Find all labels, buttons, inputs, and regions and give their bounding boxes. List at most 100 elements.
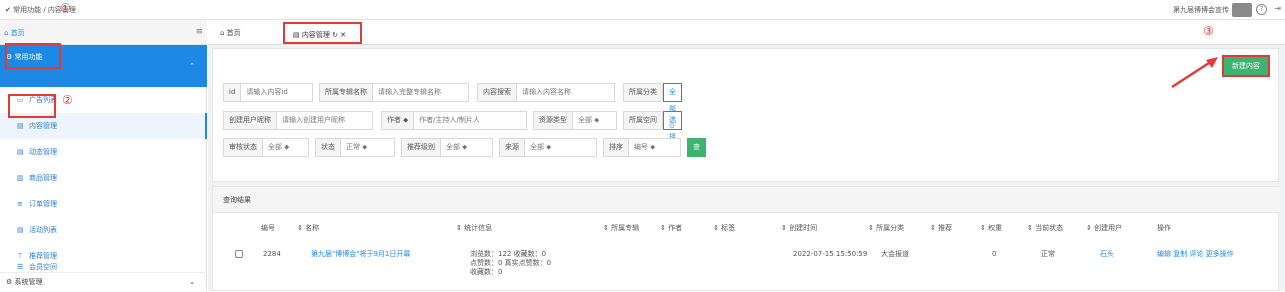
filter-label: 状态 xyxy=(316,139,341,156)
audit-filter[interactable]: 审核状态 全部 ⬥ xyxy=(223,138,309,157)
category-filter-label: 所属分类 xyxy=(623,83,663,102)
sidebar-item-label: 订单管理 xyxy=(29,200,57,208)
avatar[interactable] xyxy=(1232,3,1252,17)
orders-icon: ≡ xyxy=(17,200,23,208)
cell-actions[interactable]: 编辑 复制 评论 更多操作 xyxy=(1157,250,1234,259)
sidebar-group-label: ⚙ 系统管理 xyxy=(6,278,43,286)
filter-label: 推荐级别 xyxy=(402,139,441,156)
cell-status: 正常 xyxy=(1041,250,1055,258)
annotation-2: ② xyxy=(62,93,73,107)
special-filter[interactable]: 所属专辑名称 请输入完整专辑名称 xyxy=(319,83,469,102)
category-select[interactable]: 全部 ⊙ xyxy=(663,83,682,130)
tab-content-management[interactable]: ▤ 内容管理 ↻ ✕ xyxy=(283,22,362,44)
sort-filter[interactable]: 排序 编号 ⬥ xyxy=(603,138,681,157)
recommend-filter[interactable]: 推荐级别 全部 ⬥ xyxy=(401,138,493,157)
cell-weight: 0 xyxy=(992,250,997,258)
author-type-select[interactable]: 作者 ⬥ xyxy=(382,112,415,129)
author-filter[interactable]: 作者 ⬥ 作者/主持人/制片人 xyxy=(381,111,527,130)
sidebar-item-label: 动态管理 xyxy=(29,148,57,156)
results-panel: 查询结果 编号 ⇕ 名称 ⇕ 统计信息 ⇕ 所属专辑 ⇕ 作者 ⇕ 标签 ⇕ 创… xyxy=(212,186,1280,291)
activities-icon: ▤ xyxy=(17,226,24,234)
row-checkbox[interactable] xyxy=(235,250,243,258)
filter-label: 审核状态 xyxy=(224,139,263,156)
source-filter[interactable]: 来源 全部 ⬥ xyxy=(499,138,597,157)
col-header-category[interactable]: ⇕ 所属分类 xyxy=(868,223,904,233)
cell-category: 大会报道 xyxy=(881,250,909,258)
logout-icon[interactable]: ⇥ xyxy=(1274,4,1281,13)
annotation-arrow xyxy=(1171,57,1218,89)
sort-select[interactable]: 编号 ⬥ xyxy=(629,139,680,156)
search-button[interactable]: 查询 xyxy=(687,138,706,170)
content-search-input[interactable]: 请输入内容名称 xyxy=(517,84,614,101)
sidebar-header: ⌂ 首页 ≡ xyxy=(0,20,207,45)
col-header-name[interactable]: ⇕ 名称 xyxy=(297,223,319,233)
chevron-down-icon: ⌄ xyxy=(189,278,195,286)
results-title: 查询结果 xyxy=(213,187,1280,213)
sidebar-item-orders[interactable]: ≡ 订单管理 xyxy=(0,191,207,217)
dynamics-icon: ▤ xyxy=(17,148,24,156)
resource-type-select[interactable]: 全部 ⬥ xyxy=(573,112,616,129)
top-bar: ✔ 常用功能 / 内容管理 第九届博博会宣传 ? ⇥ xyxy=(0,0,1285,20)
col-header-actions: 操作 xyxy=(1157,224,1171,232)
creator-input[interactable]: 请输入创建用户昵称 xyxy=(277,112,372,129)
col-header-author[interactable]: ⇕ 作者 xyxy=(660,223,682,233)
menu-toggle-icon[interactable]: ≡ xyxy=(195,27,203,37)
col-header-id[interactable]: 编号 xyxy=(261,223,275,233)
sidebar-item-label: 会员空间 xyxy=(29,263,57,271)
filter-label: id xyxy=(224,84,242,101)
recommend-select[interactable]: 全部 ⬥ xyxy=(441,139,492,156)
annotation-box-common xyxy=(5,43,61,69)
cell-created: 2022-07-15 15:50:59 xyxy=(793,250,868,258)
col-header-status[interactable]: ⇕ 当前状态 xyxy=(1027,223,1063,233)
sidebar-item-label: 内容管理 xyxy=(29,122,57,130)
annotation-box-content xyxy=(8,94,56,118)
stats-line: 浏览数：122 收藏数：0 xyxy=(470,250,547,258)
annotation-3: ③ xyxy=(1203,24,1214,38)
special-input[interactable]: 请输入完整专辑名称 xyxy=(373,84,468,101)
user-name[interactable]: 第九届博博会宣传 xyxy=(1173,5,1229,15)
col-header-created[interactable]: ⇕ 创建时间 xyxy=(781,223,817,233)
space-filter-label: 所属空间 xyxy=(623,111,663,130)
tab-home[interactable]: ⌂ 首页 xyxy=(212,22,249,44)
col-header-creator[interactable]: ⇕ 创建用户 xyxy=(1086,223,1122,233)
author-input[interactable]: 作者/主持人/制片人 xyxy=(414,112,526,129)
source-select[interactable]: 全部 ⬥ xyxy=(525,139,596,156)
new-content-button[interactable]: 新建内容 xyxy=(1222,55,1270,77)
main-area: ⌂ 首页 ▤ 内容管理 ↻ ✕ 新建内容 id 请输入内容id 所属专辑名称 请输入… xyxy=(208,20,1285,291)
col-header-recommend[interactable]: ⇕ 推荐 xyxy=(930,223,952,233)
id-filter[interactable]: id 请输入内容id xyxy=(223,83,313,102)
sidebar-item-dynamics[interactable]: ▤ 动态管理 xyxy=(0,139,207,165)
sidebar-home-link[interactable]: ⌂ 首页 xyxy=(4,28,25,38)
sidebar-item-activities[interactable]: ▤ 活动列表 xyxy=(0,217,207,243)
sidebar-item-goods[interactable]: ▥ 商品管理 xyxy=(0,165,207,191)
stats-line: 收藏数：0 xyxy=(470,268,503,276)
audit-select[interactable]: 全部 ⬥ xyxy=(263,139,308,156)
cell-creator-link[interactable]: 石头 xyxy=(1100,250,1114,259)
filter-label: 排序 xyxy=(604,139,629,156)
resource-type-filter[interactable]: 资源类型 全部 ⬥ xyxy=(533,111,617,130)
col-header-weight[interactable]: ⇕ 权重 xyxy=(980,223,1002,233)
filter-label: 资源类型 xyxy=(534,112,573,129)
filter-label: 所属专辑名称 xyxy=(320,84,373,101)
col-header-tags[interactable]: ⇕ 标签 xyxy=(713,223,735,233)
filter-label: 创建用户昵称 xyxy=(224,112,277,129)
id-input[interactable]: 请输入内容id xyxy=(241,84,312,101)
annotation-1: ① xyxy=(60,1,71,15)
col-header-stats[interactable]: ⇕ 统计信息 xyxy=(456,223,492,233)
sidebar-group-system[interactable]: ⚙ 系统管理 ⌄ xyxy=(0,272,207,291)
cell-stats: 浏览数：122 收藏数：0 点赞数：0 真实点赞数：0 收藏数：0 xyxy=(470,250,551,277)
space-select[interactable]: 选择 ⊙ xyxy=(663,111,682,158)
status-filter[interactable]: 状态 正常 ⬥ xyxy=(315,138,395,157)
creator-filter[interactable]: 创建用户昵称 请输入创建用户昵称 xyxy=(223,111,373,130)
tab-bar: ⌂ 首页 ▤ 内容管理 ↻ ✕ xyxy=(208,20,1285,45)
content-search-filter[interactable]: 内容搜索 请输入内容名称 xyxy=(477,83,615,102)
status-select[interactable]: 正常 ⬥ xyxy=(341,139,394,156)
cell-name-link[interactable]: 第九届"博博会"将于9月1日开幕 xyxy=(311,250,410,259)
chevron-up-icon: ⌃ xyxy=(189,62,195,70)
col-header-album[interactable]: ⇕ 所属专辑 xyxy=(603,223,639,233)
filter-panel: 新建内容 id 请输入内容id 所属专辑名称 请输入完整专辑名称 内容搜索 请输入内容… xyxy=(212,48,1279,182)
stats-line: 点赞数：0 真实点赞数：0 xyxy=(470,259,552,267)
help-icon[interactable]: ? xyxy=(1256,4,1267,15)
sidebar-item-label: 推荐管理 xyxy=(29,252,57,260)
filter-label: 来源 xyxy=(500,139,525,156)
